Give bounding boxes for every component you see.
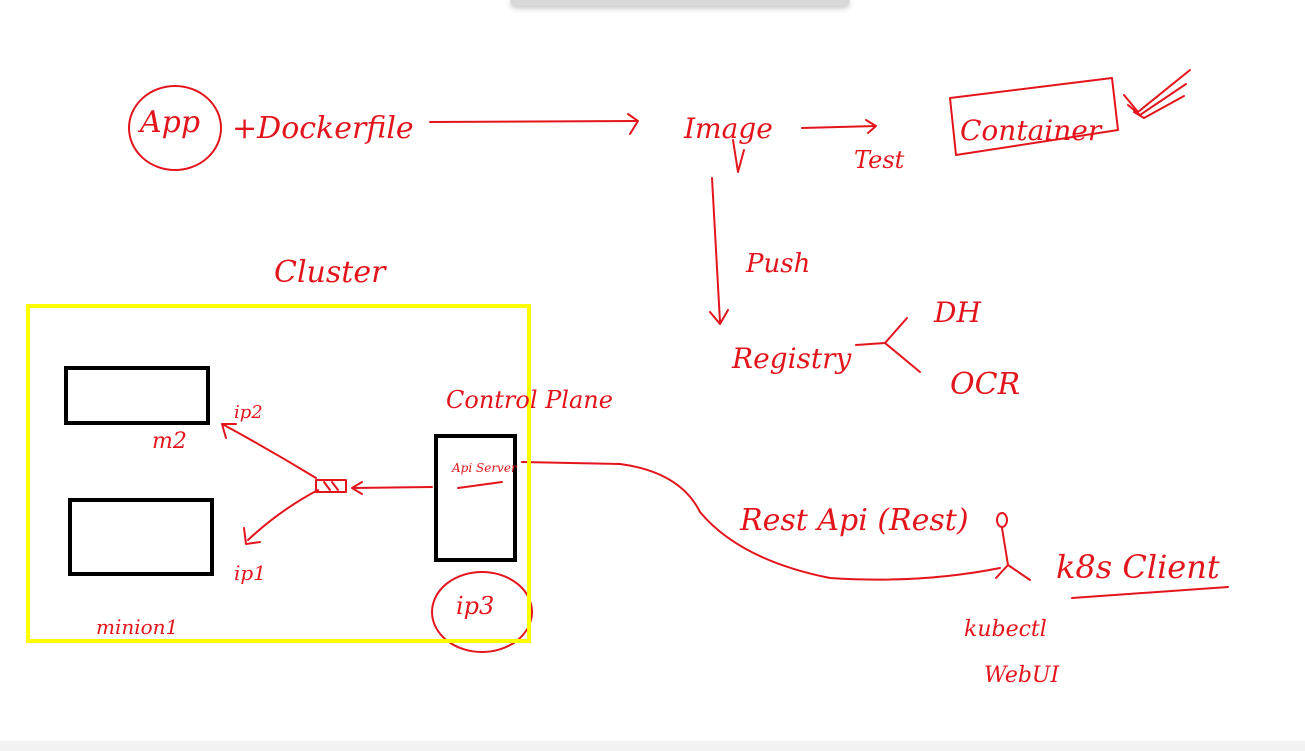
kubectl-user-head: [996, 512, 1008, 528]
label-webui: WebUI: [984, 663, 1060, 688]
label-ip1: ip1: [234, 561, 266, 585]
label-container: Container: [960, 114, 1103, 147]
label-registry: Registry: [731, 342, 853, 375]
arrow-to-minion1: [243, 489, 319, 545]
label-app: App: [137, 105, 200, 140]
pod-icon: [315, 479, 347, 493]
whiteboard-canvas: App +Dockerfile Image Test Container Pus…: [26, 69, 1229, 688]
label-k8s-client: k8s Client: [1056, 548, 1220, 586]
window-bottom-bar: [0, 741, 1305, 751]
node-minion1-box: [68, 498, 214, 576]
label-push: Push: [745, 249, 810, 279]
arrow-to-m2: [221, 423, 317, 479]
arrow-to-container: [801, 119, 877, 134]
label-control-plane: Control Plane: [446, 386, 613, 414]
label-image: Image: [683, 112, 773, 145]
registry-branch: [855, 317, 921, 373]
k8s-client-underline: [1071, 586, 1229, 599]
pod-icon-inner: [323, 481, 339, 491]
arrow-control-to-pod: [351, 481, 433, 495]
label-minion1: minion1: [96, 615, 178, 639]
kubectl-user-body: [995, 527, 1031, 581]
label-ocr: OCR: [950, 367, 1020, 402]
label-kubectl: kubectl: [964, 617, 1047, 642]
arrow-to-image: [429, 113, 639, 135]
label-dockerfile: +Dockerfile: [232, 111, 414, 146]
label-ip2: ip2: [234, 402, 263, 423]
label-api-server: Api Server: [451, 461, 518, 475]
label-test: Test: [854, 146, 905, 174]
node-m2-box: [64, 366, 210, 425]
push-arrow: [709, 177, 729, 325]
label-cluster: Cluster: [274, 255, 387, 290]
api-underline: [457, 481, 503, 489]
check-marks: [1123, 69, 1191, 119]
label-m2: m2: [152, 429, 187, 454]
control-plane-box: [434, 434, 517, 562]
label-rest-api: Rest Api (Rest): [739, 503, 969, 538]
label-ip3: ip3: [456, 592, 494, 620]
label-dh: DH: [933, 296, 981, 329]
